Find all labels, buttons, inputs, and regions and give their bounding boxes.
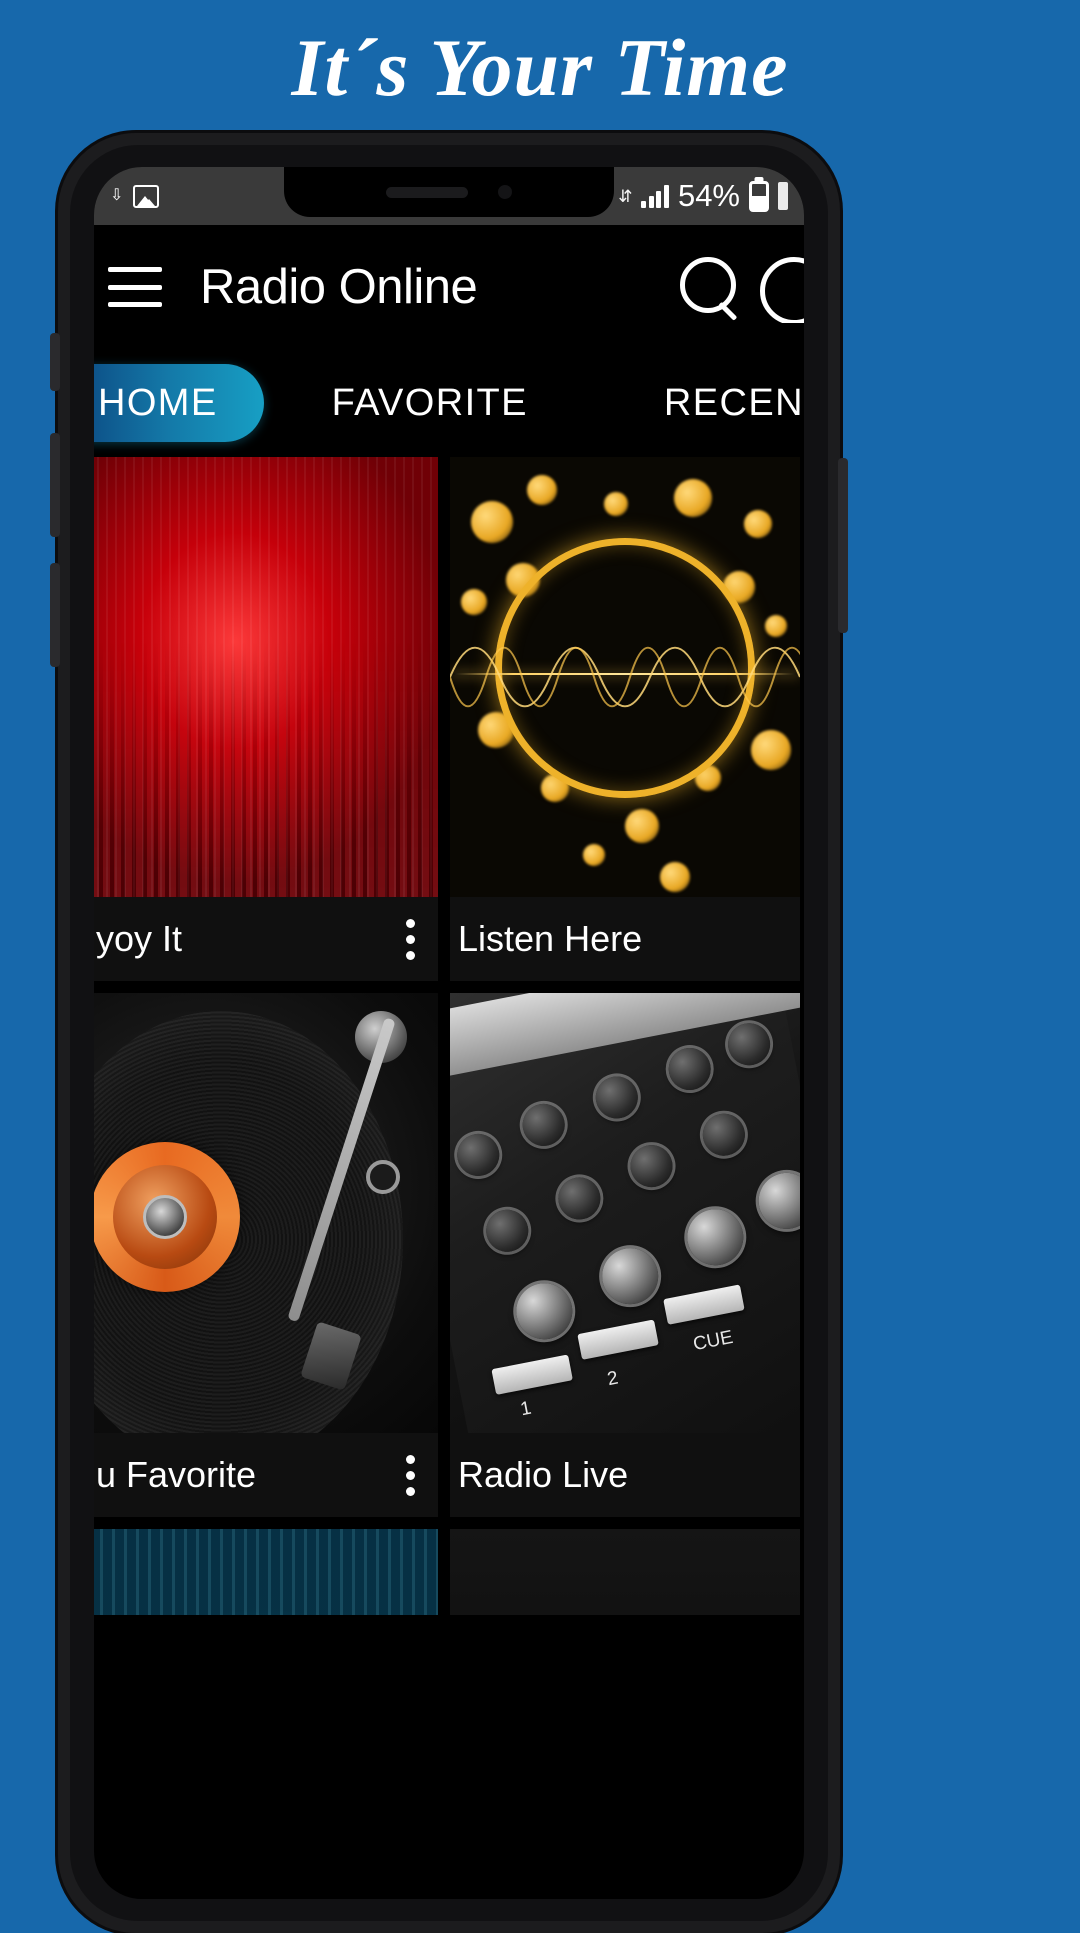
phone-button-volume-down <box>50 563 60 667</box>
status-bar-left: ⇩ <box>110 184 160 208</box>
phone-screen: ⇩ ⇵ 54% Radio Online HOME FAVORITE RECEN… <box>94 167 804 1899</box>
hamburger-menu-icon[interactable] <box>108 267 162 307</box>
station-card[interactable]: 1 2 CUE Radio Live <box>450 993 800 1517</box>
station-title: Listen Here <box>458 918 643 959</box>
phone-notch <box>284 167 614 217</box>
status-bar-extra-icon <box>778 182 788 210</box>
download-arrow-icon: ⇩ <box>110 187 124 204</box>
tab-home[interactable]: HOME <box>94 364 264 442</box>
page-title: It´s Your Time <box>291 21 789 113</box>
phone-button-volume-up <box>50 433 60 537</box>
station-card-bar: Radio Live <box>450 1433 800 1517</box>
overflow-menu-icon[interactable] <box>388 1445 432 1505</box>
station-card[interactable]: u Favorite <box>94 993 438 1517</box>
station-card-bar: Listen Here <box>450 897 800 981</box>
station-artwork-vinyl-record <box>94 993 438 1433</box>
station-artwork-red-equalizer <box>94 457 438 897</box>
battery-icon <box>749 180 769 212</box>
station-artwork-dark-panel <box>450 1529 800 1615</box>
sync-icon: ⇵ <box>618 186 633 206</box>
phone-mockup: ⇩ ⇵ 54% Radio Online HOME FAVORITE RECEN… <box>50 133 848 1933</box>
image-icon <box>133 184 160 208</box>
phone-button-mute <box>50 333 60 391</box>
station-card[interactable]: Listen Here <box>450 457 800 981</box>
station-card[interactable] <box>450 1529 800 1615</box>
station-card-bar: u Favorite <box>94 1433 438 1517</box>
circle-icon[interactable] <box>754 251 804 323</box>
station-grid: yoy It Listen Here u Favorite 1 2 CUE Ra… <box>94 457 804 1627</box>
toolbar-actions <box>672 251 804 323</box>
station-card[interactable] <box>94 1529 438 1615</box>
station-card-bar: yoy It <box>94 897 438 981</box>
app-toolbar: Radio Online <box>94 225 804 349</box>
tab-bar: HOME FAVORITE RECENT <box>94 349 804 457</box>
station-title: u Favorite <box>96 1454 257 1495</box>
front-camera <box>498 185 512 199</box>
app-title: Radio Online <box>200 260 478 314</box>
search-icon[interactable] <box>672 251 744 323</box>
station-card[interactable]: yoy It <box>94 457 438 981</box>
station-title: yoy It <box>96 918 183 959</box>
tab-favorite[interactable]: FAVORITE <box>332 364 528 442</box>
station-artwork-gold-bokeh <box>450 457 800 897</box>
signal-bars-icon <box>641 184 669 208</box>
overflow-menu-icon[interactable] <box>388 909 432 969</box>
station-title: Radio Live <box>458 1454 629 1495</box>
station-artwork-teal-equalizer <box>94 1529 438 1615</box>
earpiece-speaker <box>386 186 468 198</box>
battery-percent-label: 54% <box>677 178 740 213</box>
station-artwork-dj-mixer: 1 2 CUE <box>450 993 800 1433</box>
status-bar-right: ⇵ 54% <box>618 178 788 214</box>
tab-recent[interactable]: RECENT <box>664 364 804 442</box>
phone-button-power <box>838 458 848 633</box>
